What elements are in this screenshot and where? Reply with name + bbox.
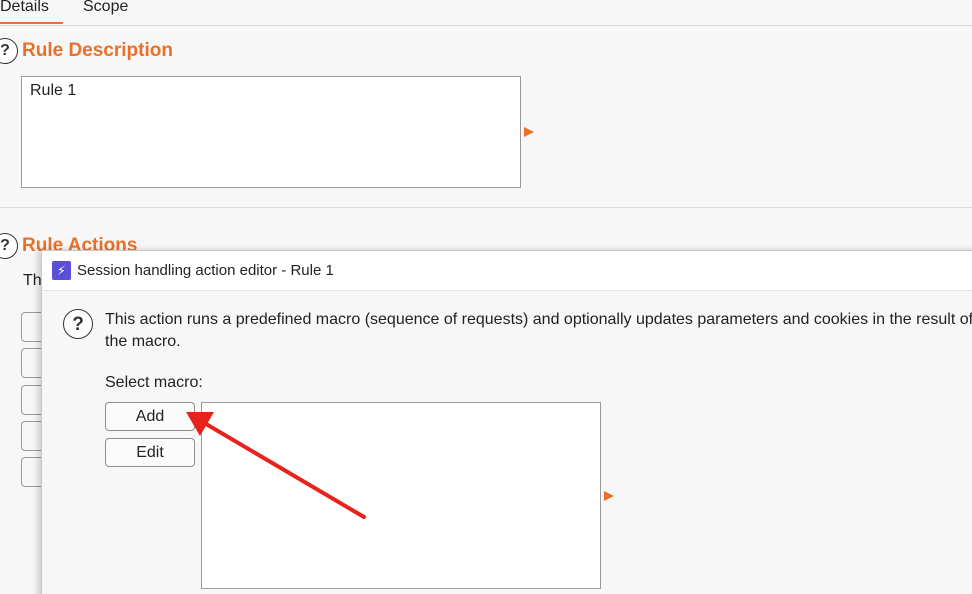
edit-macro-button[interactable]: Edit — [105, 438, 195, 467]
help-icon[interactable]: ? — [0, 233, 18, 259]
section-divider — [0, 207, 972, 208]
expand-arrow-icon[interactable] — [524, 127, 534, 137]
rule-actions-description: Th — [23, 272, 42, 289]
active-tab-indicator — [0, 22, 63, 24]
help-icon[interactable]: ? — [63, 309, 93, 339]
tab-scope[interactable]: Scope — [83, 0, 128, 16]
select-macro-label: Select macro: — [105, 374, 203, 391]
action-description-text: This action runs a predefined macro (seq… — [105, 311, 972, 350]
tab-details[interactable]: Details — [0, 0, 63, 24]
tab-details-label: Details — [0, 0, 49, 15]
burp-app-icon: ⚡ — [52, 261, 71, 280]
expand-arrow-icon[interactable] — [604, 491, 614, 501]
macro-list[interactable] — [201, 402, 601, 589]
dialog-titlebar[interactable]: ⚡ Session handling action editor - Rule … — [42, 251, 972, 291]
dialog-title: Session handling action editor - Rule 1 — [77, 262, 334, 279]
add-macro-button[interactable]: Add — [105, 402, 195, 431]
session-handling-action-editor-dialog: ⚡ Session handling action editor - Rule … — [41, 250, 972, 594]
rule-description-heading: Rule Description — [22, 40, 173, 61]
tab-scope-label: Scope — [83, 0, 129, 15]
tab-bar: Details Scope — [0, 0, 972, 26]
help-icon[interactable]: ? — [0, 38, 18, 64]
rule-description-value: Rule 1 — [30, 82, 77, 99]
rule-description-input[interactable]: Rule 1 — [21, 76, 521, 188]
